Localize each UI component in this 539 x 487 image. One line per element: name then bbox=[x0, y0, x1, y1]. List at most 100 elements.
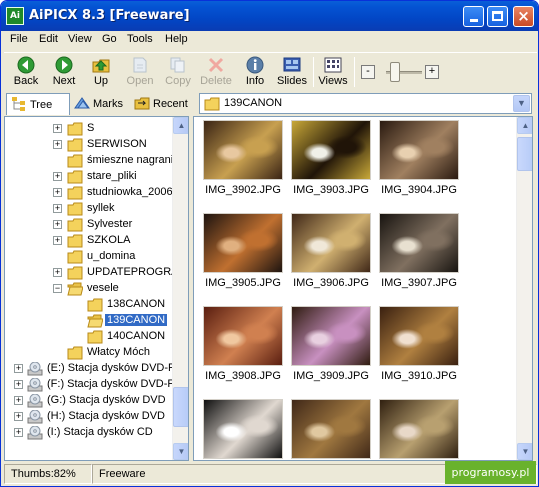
folder-icon bbox=[67, 170, 83, 184]
views-icon bbox=[324, 57, 342, 73]
grid-scroll-thumb[interactable] bbox=[517, 137, 532, 171]
tab-recent[interactable]: Recent bbox=[130, 93, 198, 115]
menu-edit[interactable]: Edit bbox=[39, 33, 58, 45]
minimize-button[interactable] bbox=[463, 6, 484, 27]
app-window: Ai AiPICX 8.3 [Freeware] × File Edit Vie… bbox=[0, 0, 539, 487]
chevron-up-icon: ▲ bbox=[177, 121, 186, 130]
tree-item[interactable]: + (E:) Stacja dysków DVD-F bbox=[5, 361, 175, 377]
tree-item[interactable]: + SERWISON bbox=[5, 137, 170, 153]
photo-thumbnail[interactable] bbox=[203, 306, 283, 366]
tree-item[interactable]: + (G:) Stacja dysków DVD bbox=[5, 393, 170, 409]
menu-view[interactable]: View bbox=[68, 33, 92, 45]
expand-icon[interactable]: + bbox=[14, 412, 23, 421]
menu-help[interactable]: Help bbox=[165, 33, 188, 45]
tree-item[interactable]: 140CANON bbox=[5, 329, 170, 345]
tree-item[interactable]: + (I:) Stacja dysków CD bbox=[5, 425, 170, 441]
tree-item[interactable]: + SZKOLA bbox=[5, 233, 170, 249]
tree-item-label: 140CANON bbox=[107, 330, 166, 342]
zoom-in-button[interactable]: + bbox=[425, 65, 439, 79]
expand-icon[interactable]: + bbox=[53, 204, 62, 213]
path-combobox[interactable]: 139CANON ▼ bbox=[199, 93, 532, 114]
photo-thumbnail[interactable] bbox=[379, 213, 459, 273]
slides-button[interactable]: Slides bbox=[276, 55, 308, 89]
tree-item[interactable]: + (F:) Stacja dysków DVD-F bbox=[5, 377, 174, 393]
scroll-up-button[interactable]: ▲ bbox=[173, 117, 188, 134]
expand-icon[interactable]: + bbox=[14, 428, 23, 437]
scroll-down-button[interactable]: ▼ bbox=[517, 443, 532, 460]
tree-item[interactable]: + (H:) Stacja dysków DVD bbox=[5, 409, 170, 425]
scroll-up-button[interactable]: ▲ bbox=[517, 117, 532, 134]
expand-icon[interactable]: + bbox=[14, 380, 23, 389]
photo-thumbnail[interactable] bbox=[379, 306, 459, 366]
tree-scrollbar[interactable]: ▲ ▼ bbox=[172, 117, 188, 460]
maximize-button[interactable] bbox=[487, 6, 508, 27]
expand-icon[interactable]: + bbox=[53, 140, 62, 149]
photo-thumbnail[interactable] bbox=[203, 399, 283, 459]
tree-item[interactable]: + studniowka_2006 bbox=[5, 185, 173, 201]
menu-tools[interactable]: Tools bbox=[127, 33, 153, 45]
scroll-down-button[interactable]: ▼ bbox=[173, 443, 188, 460]
toolbar-separator bbox=[354, 57, 355, 87]
tab-marks[interactable]: Marks bbox=[70, 93, 130, 115]
tab-tree[interactable]: Tree bbox=[6, 93, 70, 115]
expand-icon[interactable]: + bbox=[53, 124, 62, 133]
photo-thumbnail[interactable] bbox=[379, 399, 459, 459]
photo-thumbnail[interactable] bbox=[291, 120, 371, 180]
photo-thumbnail[interactable] bbox=[291, 306, 371, 366]
tree-item[interactable]: + stare_pliki bbox=[5, 169, 170, 185]
collapse-icon[interactable]: − bbox=[53, 284, 62, 293]
menu-file[interactable]: File bbox=[10, 33, 28, 45]
expand-icon[interactable]: + bbox=[53, 220, 62, 229]
tree-item[interactable]: + syllek bbox=[5, 201, 170, 217]
zoom-slider-thumb[interactable] bbox=[390, 62, 400, 82]
title-bar[interactable]: Ai AiPICX 8.3 [Freeware] × bbox=[1, 1, 538, 31]
expand-icon[interactable]: + bbox=[14, 364, 23, 373]
path-dropdown-button[interactable]: ▼ bbox=[513, 95, 530, 112]
folder-icon bbox=[67, 346, 83, 360]
tree-item[interactable]: 139CANON bbox=[5, 313, 170, 329]
photo-thumbnail[interactable] bbox=[379, 120, 459, 180]
up-label: Up bbox=[93, 75, 109, 87]
back-button[interactable]: Back bbox=[11, 55, 41, 89]
photo-thumbnail[interactable] bbox=[203, 120, 283, 180]
grid-scrollbar[interactable]: ▲ ▼ bbox=[516, 117, 532, 460]
copy-button[interactable]: Copy bbox=[164, 55, 192, 89]
tree-scroll-thumb[interactable] bbox=[173, 387, 188, 427]
tree-item[interactable]: + UPDATEPROGRAMC bbox=[5, 265, 188, 281]
zoom-out-button[interactable]: - bbox=[361, 65, 375, 79]
maximize-icon bbox=[492, 11, 503, 21]
expand-icon[interactable]: + bbox=[53, 236, 62, 245]
photo-thumbnail[interactable] bbox=[291, 399, 371, 459]
menu-go[interactable]: Go bbox=[102, 33, 117, 45]
tree-item[interactable]: 138CANON bbox=[5, 297, 170, 313]
delete-button[interactable]: Delete bbox=[199, 55, 233, 89]
tree-item[interactable]: u_domina bbox=[5, 249, 170, 265]
photo-thumbnail[interactable] bbox=[291, 213, 371, 273]
thumbnail-caption: IMG_3908.JPG bbox=[205, 370, 281, 382]
tree-item[interactable]: + Sylvester bbox=[5, 217, 170, 233]
back-arrow-icon bbox=[17, 56, 35, 74]
folder-icon bbox=[67, 234, 83, 248]
back-label: Back bbox=[13, 75, 39, 87]
expand-icon[interactable]: + bbox=[53, 172, 62, 181]
info-button[interactable]: Info bbox=[243, 55, 267, 89]
open-button[interactable]: Open bbox=[126, 55, 154, 89]
tree-item-label: syllek bbox=[87, 202, 115, 214]
tree-item[interactable]: śmieszne nagrania bbox=[5, 153, 179, 169]
window-title: AiPICX 8.3 [Freeware] bbox=[29, 8, 190, 23]
app-icon[interactable]: Ai bbox=[6, 7, 24, 25]
views-button[interactable]: Views bbox=[317, 55, 349, 89]
tree-item[interactable]: Włatcy Móch bbox=[5, 345, 170, 361]
expand-icon[interactable]: + bbox=[53, 268, 62, 277]
marks-icon bbox=[74, 97, 90, 109]
expand-icon[interactable]: + bbox=[53, 188, 62, 197]
open-icon bbox=[133, 57, 147, 73]
tree-item[interactable]: + S bbox=[5, 121, 170, 137]
next-button[interactable]: Next bbox=[49, 55, 79, 89]
up-button[interactable]: Up bbox=[89, 55, 113, 89]
tree-item[interactable]: − vesele bbox=[5, 281, 170, 297]
photo-thumbnail[interactable] bbox=[203, 213, 283, 273]
close-button[interactable]: × bbox=[513, 6, 534, 27]
expand-icon[interactable]: + bbox=[14, 396, 23, 405]
folder-tree: + S + SERWISON śmieszne nagrania + stare_pliki… bbox=[4, 116, 189, 461]
